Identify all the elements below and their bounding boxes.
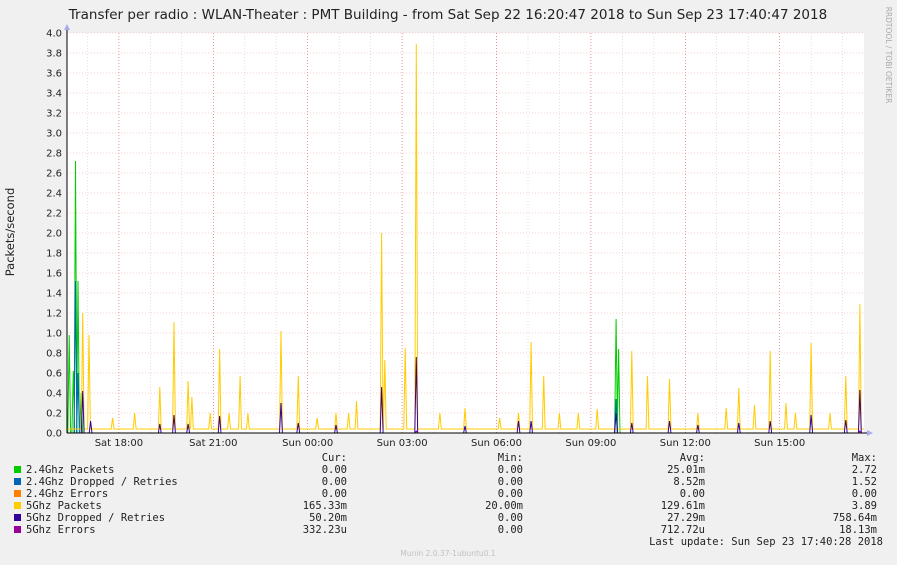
x-tick-label: Sat 18:00	[95, 438, 143, 449]
y-tick-label: 1.8	[46, 249, 62, 260]
chart-title: Transfer per radio : WLAN-Theater : PMT …	[68, 7, 827, 23]
y-tick-label: 0.2	[46, 409, 62, 420]
legend-header-min: Min:	[498, 452, 523, 464]
y-tick-label: 3.6	[46, 69, 62, 80]
legend-value-max: 3.89	[852, 500, 877, 512]
legend-series-name: 2.4Ghz Dropped / Retries	[26, 476, 178, 488]
y-tick-label: 0.6	[46, 369, 62, 380]
legend-value-min: 0.00	[498, 524, 523, 536]
y-tick-label: 2.8	[46, 149, 62, 160]
y-tick-label: 2.2	[46, 209, 62, 220]
legend-swatch	[14, 490, 21, 497]
legend-value-min: 20.00m	[485, 500, 523, 512]
legend-header-avg: Avg:	[680, 452, 705, 464]
y-tick-label: 2.0	[46, 229, 62, 240]
legend-swatch	[14, 478, 21, 485]
legend-value-min: 0.00	[498, 476, 523, 488]
legend-header-cur: Cur:	[322, 452, 347, 464]
legend-value-cur: 50.20m	[309, 512, 347, 524]
legend-value-cur: 165.33m	[303, 500, 347, 512]
x-tick-label: Sun 06:00	[471, 438, 522, 449]
last-update: Last update: Sun Sep 23 17:40:28 2018	[649, 536, 883, 548]
legend-value-min: 0.00	[498, 488, 523, 500]
y-tick-label: 0.4	[46, 389, 62, 400]
y-tick-label: 3.8	[46, 49, 62, 60]
rrdtool-watermark: RRDTOOL / TOBI OETIKER	[884, 7, 893, 104]
legend-series-name: 5Ghz Packets	[26, 500, 102, 512]
y-tick-label: 3.4	[46, 89, 62, 100]
legend-value-avg: 129.61m	[661, 500, 705, 512]
chart: Transfer per radio : WLAN-Theater : PMT …	[0, 0, 897, 565]
y-tick-label: 3.0	[46, 129, 62, 140]
legend-value-avg: 0.00	[680, 488, 705, 500]
legend-value-cur: 0.00	[322, 464, 347, 476]
legend-value-max: 2.72	[852, 464, 877, 476]
legend-swatch	[14, 526, 21, 533]
y-tick-label: 0.0	[46, 429, 62, 440]
legend-value-max: 758.64m	[833, 512, 877, 524]
legend-value-avg: 27.29m	[667, 512, 705, 524]
legend-swatch	[14, 502, 21, 509]
legend-value-min: 0.00	[498, 464, 523, 476]
legend-value-max: 18.13m	[839, 524, 877, 536]
legend-series-name: 2.4Ghz Errors	[26, 488, 108, 500]
legend-series-name: 5Ghz Errors	[26, 524, 96, 536]
y-tick-label: 4.0	[46, 29, 62, 40]
x-tick-label: Sun 15:00	[754, 438, 805, 449]
y-tick-label: 1.6	[46, 269, 62, 280]
legend-value-min: 0.00	[498, 512, 523, 524]
plot-area	[67, 33, 864, 433]
legend-value-avg: 8.52m	[673, 476, 705, 488]
legend-value-avg: 712.72u	[661, 524, 705, 536]
legend-value-avg: 25.01m	[667, 464, 705, 476]
y-tick-label: 1.4	[46, 289, 62, 300]
legend-header-max: Max:	[852, 452, 877, 464]
legend-swatch	[14, 466, 21, 473]
legend-swatch	[14, 514, 21, 521]
y-axis-label: Packets/second	[3, 188, 17, 277]
y-tick-label: 3.2	[46, 109, 62, 120]
legend-value-cur: 0.00	[322, 488, 347, 500]
legend-series-name: 5Ghz Dropped / Retries	[26, 512, 165, 524]
x-tick-label: Sun 03:00	[377, 438, 428, 449]
x-tick-label: Sun 09:00	[565, 438, 616, 449]
x-tick-label: Sun 12:00	[660, 438, 711, 449]
y-tick-label: 2.4	[46, 189, 62, 200]
y-tick-label: 2.6	[46, 169, 62, 180]
legend-value-max: 0.00	[852, 488, 877, 500]
legend-value-cur: 0.00	[322, 476, 347, 488]
legend-value-cur: 332.23u	[303, 524, 347, 536]
footer-version: Munin 2.0.37-1ubuntu0.1	[400, 549, 495, 558]
legend-series-name: 2.4Ghz Packets	[26, 464, 115, 476]
y-tick-label: 0.8	[46, 349, 62, 360]
y-tick-label: 1.0	[46, 329, 62, 340]
legend-value-max: 1.52	[852, 476, 877, 488]
y-tick-label: 1.2	[46, 309, 62, 320]
x-tick-label: Sat 21:00	[189, 438, 237, 449]
x-tick-label: Sun 00:00	[282, 438, 333, 449]
